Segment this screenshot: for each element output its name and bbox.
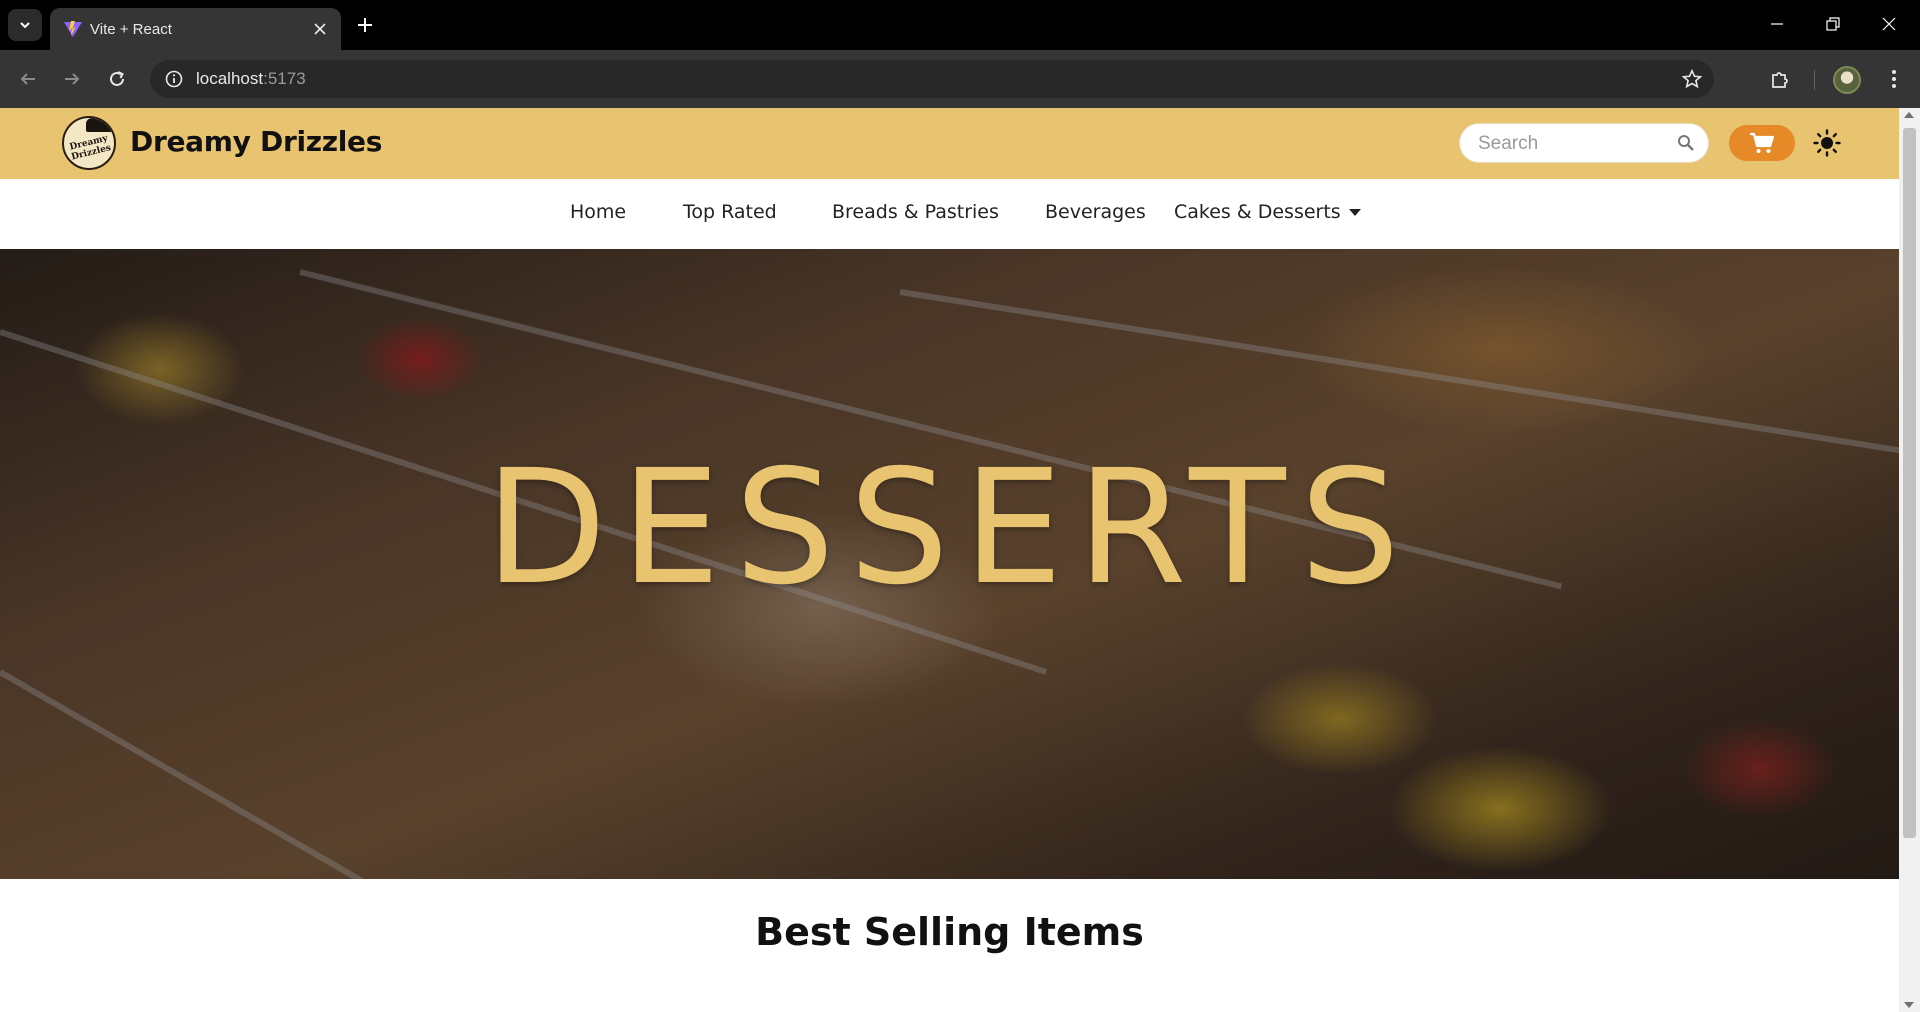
scrollbar-thumb[interactable] [1903, 128, 1916, 838]
best-selling-heading: Best Selling Items [755, 910, 1144, 954]
kebab-menu-icon [1892, 70, 1896, 88]
profile-avatar[interactable] [1833, 66, 1861, 94]
minimize-icon [1771, 23, 1783, 25]
main-navigation: Home Top Rated Breads & Pastries Beverag… [0, 179, 1899, 249]
scroll-up-arrow-icon[interactable] [1904, 112, 1914, 118]
arrow-right-icon [65, 73, 80, 85]
page-viewport: Dreamy Drizzles Dreamy Drizzles Home Top… [0, 108, 1899, 1012]
forward-button[interactable] [56, 63, 88, 95]
vite-logo-icon [64, 21, 82, 37]
browser-tab[interactable]: Vite + React [50, 8, 341, 50]
page-scrollbar[interactable] [1899, 108, 1920, 1012]
toolbar-separator [1814, 70, 1815, 90]
site-info-button[interactable] [162, 67, 186, 91]
star-icon [1682, 69, 1702, 89]
url-text: localhost:5173 [196, 69, 306, 89]
search-input[interactable] [1478, 132, 1668, 156]
url-port: :5173 [263, 69, 306, 88]
brand-logo[interactable]: Dreamy Drizzles [62, 116, 116, 170]
cart-button[interactable] [1729, 125, 1795, 161]
search-icon[interactable] [1676, 133, 1696, 153]
arrow-left-icon [20, 73, 35, 85]
theme-toggle-button[interactable] [1811, 127, 1843, 159]
brand-name[interactable]: Dreamy Drizzles [130, 125, 382, 158]
restore-button[interactable] [1810, 6, 1856, 42]
browser-toolbar: localhost:5173 [0, 50, 1920, 108]
chef-hat-icon [86, 118, 112, 132]
sun-icon [1813, 129, 1841, 157]
plus-icon [358, 18, 372, 32]
logo-wordmark: Dreamy Drizzles [68, 133, 113, 163]
browser-menu-button[interactable] [1878, 63, 1910, 95]
hero-title: DESSERTS [484, 436, 1414, 620]
scroll-down-arrow-icon[interactable] [1904, 1002, 1914, 1008]
restore-icon [1826, 17, 1840, 31]
minimize-button[interactable] [1754, 6, 1800, 42]
tab-list-button[interactable] [8, 9, 42, 41]
site-header: Dreamy Drizzles Dreamy Drizzles [0, 108, 1899, 179]
tab-close-button[interactable] [309, 18, 331, 40]
chevron-down-icon [20, 22, 30, 29]
back-button[interactable] [12, 63, 44, 95]
search-box [1459, 123, 1709, 163]
close-icon [1882, 17, 1896, 31]
nav-top-rated[interactable]: Top Rated [683, 201, 777, 223]
puzzle-icon [1772, 72, 1788, 88]
nav-beverages[interactable]: Beverages [1045, 201, 1146, 223]
cart-icon [1750, 132, 1775, 153]
nav-home[interactable]: Home [570, 201, 626, 223]
extensions-button[interactable] [1764, 63, 1796, 95]
address-bar[interactable]: localhost:5173 [150, 60, 1714, 98]
url-host: localhost [196, 69, 264, 88]
close-icon [314, 23, 326, 35]
reload-icon [110, 71, 124, 86]
caret-down-icon [1348, 209, 1361, 216]
nav-breads-pastries[interactable]: Breads & Pastries [832, 201, 999, 223]
bookmark-button[interactable] [1680, 67, 1704, 91]
new-tab-button[interactable] [352, 12, 378, 38]
browser-tab-strip: Vite + React [0, 0, 1920, 50]
close-window-button[interactable] [1866, 6, 1912, 42]
tab-title: Vite + React [90, 21, 172, 38]
nav-cakes-desserts-label: Cakes & Desserts [1174, 201, 1341, 223]
info-icon [165, 70, 183, 88]
hero-banner: DESSERTS [0, 249, 1899, 879]
reload-button[interactable] [101, 63, 133, 95]
nav-cakes-desserts-dropdown[interactable]: Cakes & Desserts [1174, 201, 1361, 223]
